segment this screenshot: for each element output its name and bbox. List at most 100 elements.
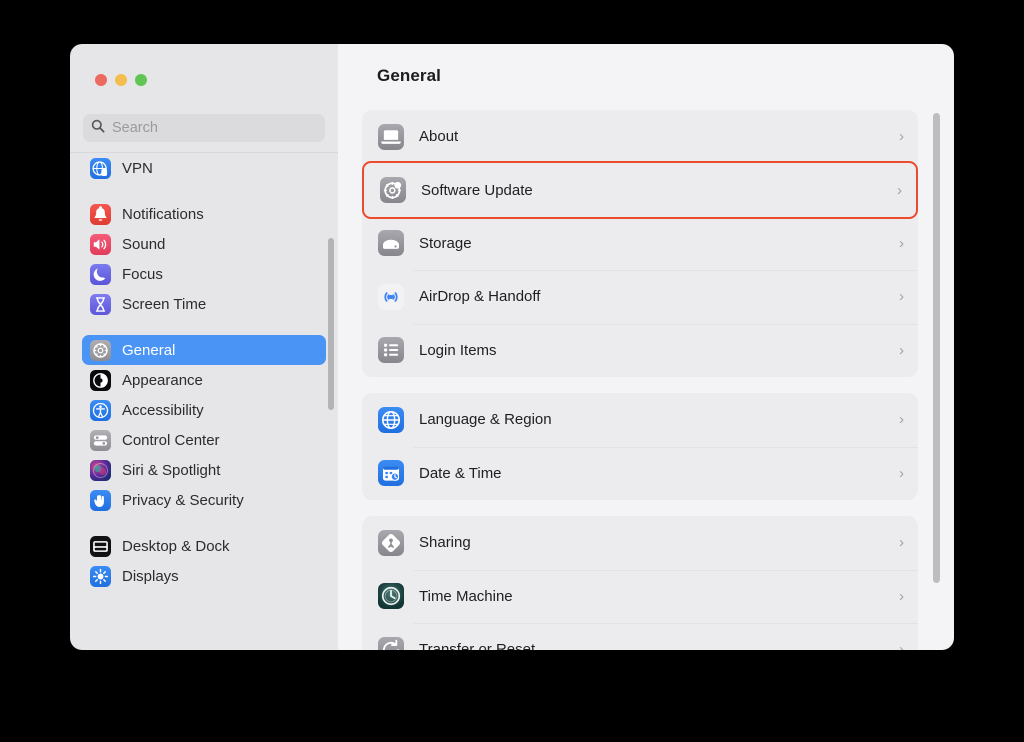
settings-group: About › Software Update › Storage › AirDrop & … xyxy=(362,110,918,377)
sidebar-item-label: Siri & Spotlight xyxy=(122,461,221,479)
settings-row-label: About xyxy=(419,128,459,146)
sidebar: VPN Notifications Sound Focus Screen Time Gen… xyxy=(70,44,338,650)
vpn-icon xyxy=(90,157,111,179)
date-time-icon xyxy=(378,460,404,487)
traffic-lights xyxy=(95,74,147,86)
settings-group: Sharing › Time Machine › Transfer or Reset › xyxy=(362,516,918,650)
settings-row-about[interactable]: About › xyxy=(362,110,918,164)
sidebar-item-label: Appearance xyxy=(122,371,203,389)
siri-spotlight-icon xyxy=(90,459,111,481)
settings-row-label: AirDrop & Handoff xyxy=(419,288,541,306)
zoom-button[interactable] xyxy=(135,74,147,86)
search-icon xyxy=(91,119,105,138)
sidebar-item-label: Accessibility xyxy=(122,401,204,419)
settings-group: Language & Region › Date & Time › xyxy=(362,393,918,500)
settings-row-date-time[interactable]: Date & Time › xyxy=(362,446,918,501)
sidebar-group-spacer xyxy=(82,319,326,335)
search-input[interactable] xyxy=(112,120,317,136)
sidebar-item-label: Desktop & Dock xyxy=(122,537,230,555)
software-update-icon xyxy=(380,177,406,203)
sidebar-item-focus[interactable]: Focus xyxy=(82,259,326,289)
sidebar-item-privacy-security[interactable]: Privacy & Security xyxy=(82,485,326,515)
content-pane: General About › Software Update › Storage › Ai… xyxy=(338,44,954,650)
chevron-right-icon: › xyxy=(899,341,904,359)
settings-row-language-region[interactable]: Language & Region › xyxy=(362,393,918,447)
chevron-right-icon: › xyxy=(899,234,904,252)
airdrop-handoff-icon xyxy=(378,283,404,310)
transfer-reset-icon xyxy=(378,636,404,650)
focus-icon xyxy=(90,263,111,285)
settings-row-label: Transfer or Reset xyxy=(419,641,536,650)
settings-row-airdrop-handoff[interactable]: AirDrop & Handoff › xyxy=(362,270,918,324)
language-region-icon xyxy=(378,406,404,433)
time-machine-icon xyxy=(378,583,404,610)
sidebar-item-desktop-dock[interactable]: Desktop & Dock xyxy=(82,531,326,561)
sharing-icon xyxy=(378,529,404,556)
general-icon xyxy=(90,339,111,361)
sidebar-item-displays[interactable]: Displays xyxy=(82,561,326,591)
sidebar-group-spacer xyxy=(82,515,326,531)
chevron-right-icon: › xyxy=(899,128,904,146)
settings-row-transfer-or-reset[interactable]: Transfer or Reset › xyxy=(362,623,918,650)
screen-time-icon xyxy=(90,293,111,315)
chevron-right-icon: › xyxy=(899,411,904,429)
settings-row-label: Sharing xyxy=(419,534,471,552)
settings-row-label: Storage xyxy=(419,234,472,252)
settings-row-sharing[interactable]: Sharing › xyxy=(362,516,918,570)
sidebar-item-screen-time[interactable]: Screen Time xyxy=(82,289,326,319)
chevron-right-icon: › xyxy=(899,534,904,552)
minimize-button[interactable] xyxy=(115,74,127,86)
about-icon xyxy=(378,123,404,150)
sidebar-item-sound[interactable]: Sound xyxy=(82,229,326,259)
sidebar-item-siri-spotlight[interactable]: Siri & Spotlight xyxy=(82,455,326,485)
settings-row-time-machine[interactable]: Time Machine › xyxy=(362,569,918,624)
sidebar-item-control-center[interactable]: Control Center xyxy=(82,425,326,455)
accessibility-icon xyxy=(90,399,111,421)
chevron-right-icon: › xyxy=(899,587,904,605)
page-title: General xyxy=(377,66,442,85)
sidebar-item-label: VPN xyxy=(122,159,153,177)
storage-icon xyxy=(378,230,404,257)
settings-row-label: Login Items xyxy=(419,341,497,359)
sidebar-item-label: Displays xyxy=(122,567,179,585)
sidebar-item-label: Sound xyxy=(122,235,166,253)
settings-row-login-items[interactable]: Login Items › xyxy=(362,323,918,378)
displays-icon xyxy=(90,565,111,587)
sidebar-scrollbar[interactable] xyxy=(328,238,334,410)
sidebar-item-label: Focus xyxy=(122,265,163,283)
sidebar-nav: VPN Notifications Sound Focus Screen Time Gen… xyxy=(70,153,338,650)
appearance-icon xyxy=(90,369,111,391)
sidebar-item-general[interactable]: General xyxy=(82,335,326,365)
system-settings-window: VPN Notifications Sound Focus Screen Time Gen… xyxy=(70,44,954,650)
sound-icon xyxy=(90,233,111,255)
chevron-right-icon: › xyxy=(897,181,902,199)
sidebar-item-label: Notifications xyxy=(122,205,204,223)
chevron-right-icon: › xyxy=(899,464,904,482)
settings-row-storage[interactable]: Storage › xyxy=(362,217,918,271)
sidebar-item-label: Screen Time xyxy=(122,295,207,313)
settings-list: About › Software Update › Storage › AirDrop & … xyxy=(362,110,918,650)
sidebar-item-label: General xyxy=(122,341,176,359)
desktop-dock-icon xyxy=(90,535,111,557)
notifications-icon xyxy=(90,203,111,225)
search-field[interactable] xyxy=(83,114,325,142)
login-items-icon xyxy=(378,337,404,364)
content-scrollbar[interactable] xyxy=(933,113,940,583)
settings-row-software-update[interactable]: Software Update › xyxy=(362,161,918,219)
settings-row-label: Date & Time xyxy=(419,464,502,482)
chevron-right-icon: › xyxy=(899,288,904,306)
settings-row-label: Software Update xyxy=(421,181,533,199)
close-button[interactable] xyxy=(95,74,107,86)
sidebar-item-appearance[interactable]: Appearance xyxy=(82,365,326,395)
settings-row-label: Time Machine xyxy=(419,587,513,605)
sidebar-item-vpn[interactable]: VPN xyxy=(82,153,326,183)
sidebar-item-notifications[interactable]: Notifications xyxy=(82,199,326,229)
privacy-security-icon xyxy=(90,489,111,511)
sidebar-item-label: Privacy & Security xyxy=(122,491,244,509)
sidebar-group-spacer xyxy=(82,183,326,199)
chevron-right-icon: › xyxy=(899,641,904,650)
control-center-icon xyxy=(90,429,111,451)
sidebar-item-label: Control Center xyxy=(122,431,220,449)
settings-row-label: Language & Region xyxy=(419,411,552,429)
sidebar-item-accessibility[interactable]: Accessibility xyxy=(82,395,326,425)
